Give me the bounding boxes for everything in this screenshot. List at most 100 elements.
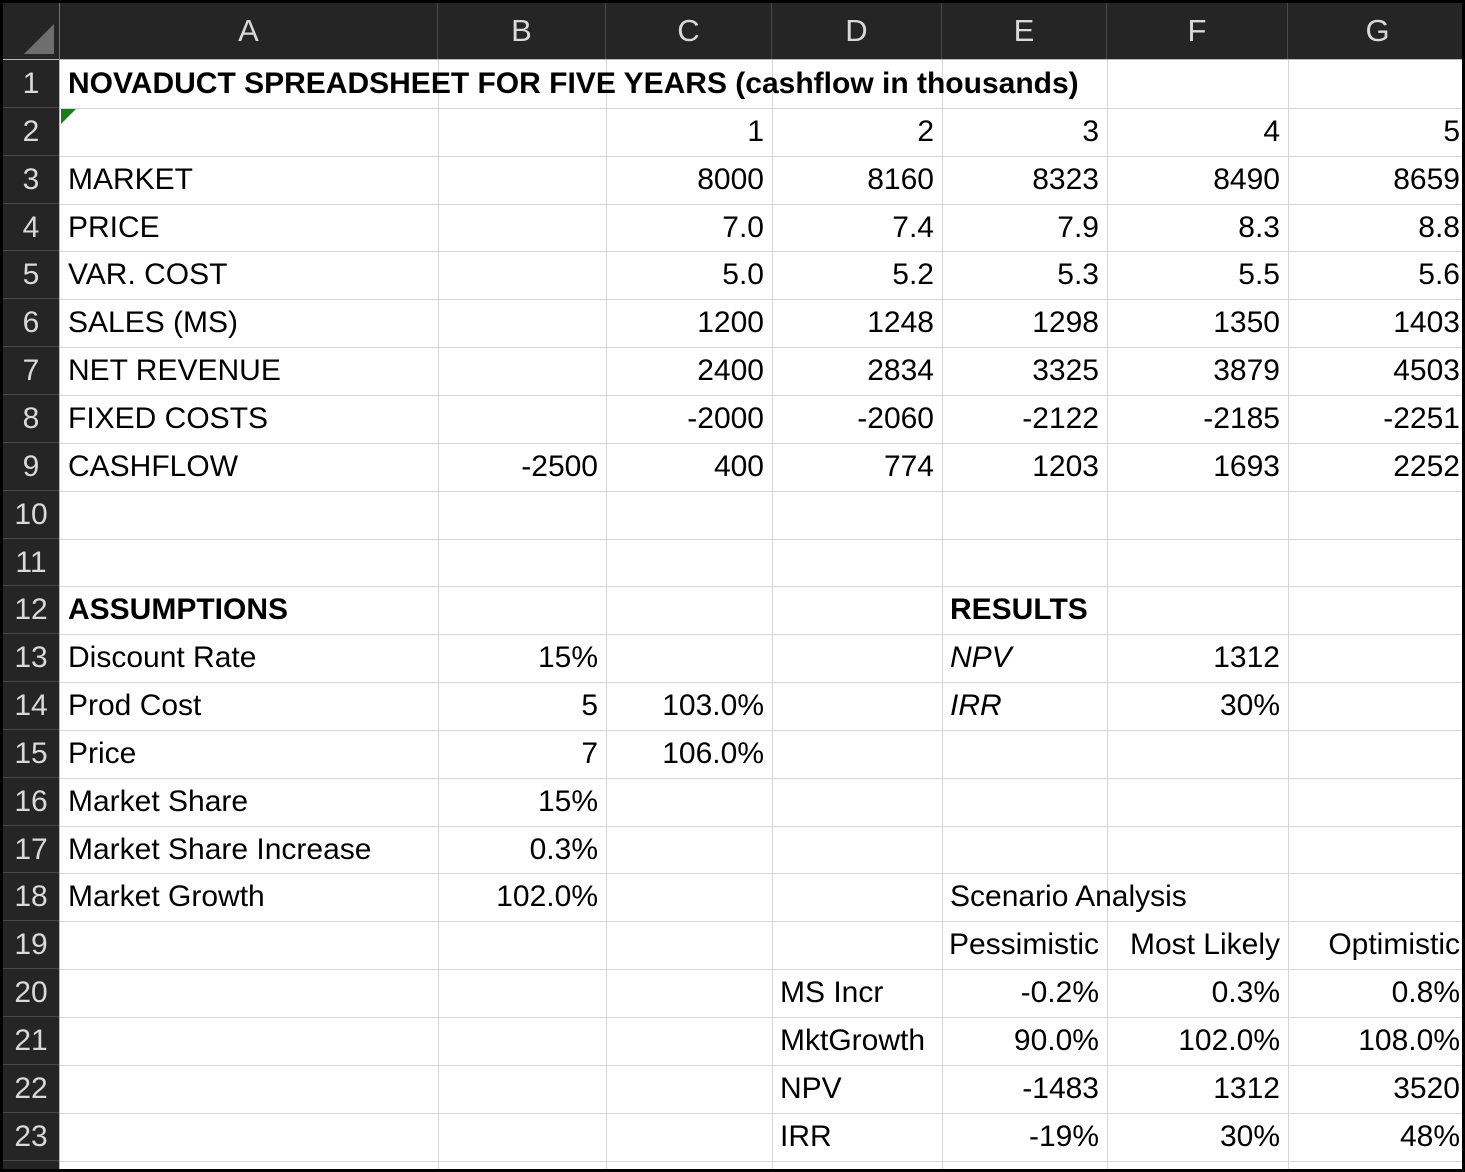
row-header-6[interactable]: 6 bbox=[3, 299, 59, 347]
row-header-3[interactable]: 3 bbox=[3, 156, 59, 204]
row-header-4[interactable]: 4 bbox=[3, 204, 59, 251]
cell-d5-value[interactable]: 5.2 bbox=[772, 251, 942, 299]
cell-e6-value[interactable]: 1298 bbox=[942, 299, 1107, 347]
cell-a7-label[interactable]: NET REVENUE bbox=[60, 347, 438, 395]
cell-g6-value[interactable]: 1403 bbox=[1288, 299, 1462, 347]
row-header-12[interactable]: 12 bbox=[3, 586, 59, 634]
row-header-17[interactable]: 17 bbox=[3, 826, 59, 873]
cell-f22-value[interactable]: 1312 bbox=[1107, 1065, 1288, 1113]
column-header-a[interactable]: A bbox=[60, 3, 438, 59]
cell-f7-value[interactable]: 3879 bbox=[1107, 347, 1288, 395]
column-header-f[interactable]: F bbox=[1107, 3, 1288, 59]
cell-c15-value[interactable]: 106.0% bbox=[606, 730, 772, 778]
cell-f6-value[interactable]: 1350 bbox=[1107, 299, 1288, 347]
cell-a8-label[interactable]: FIXED COSTS bbox=[60, 395, 438, 443]
cell-e7-value[interactable]: 3325 bbox=[942, 347, 1107, 395]
cell-b16-value[interactable]: 15% bbox=[438, 778, 606, 826]
cell-b9-value[interactable]: -2500 bbox=[438, 443, 606, 491]
cell-e13-label[interactable]: NPV bbox=[942, 634, 1107, 682]
cell-e2-year[interactable]: 3 bbox=[942, 108, 1107, 156]
row-header-13[interactable]: 13 bbox=[3, 634, 59, 682]
cell-f13-value[interactable]: 1312 bbox=[1107, 634, 1288, 682]
row-header-1[interactable]: 1 bbox=[3, 60, 59, 108]
cell-e12-results-heading[interactable]: RESULTS bbox=[942, 586, 1107, 634]
cell-g5-value[interactable]: 5.6 bbox=[1288, 251, 1462, 299]
cell-d6-value[interactable]: 1248 bbox=[772, 299, 942, 347]
cell-d8-value[interactable]: -2060 bbox=[772, 395, 942, 443]
cell-a15-label[interactable]: Price bbox=[60, 730, 438, 778]
cell-b15-value[interactable]: 7 bbox=[438, 730, 606, 778]
cell-f3-value[interactable]: 8490 bbox=[1107, 156, 1288, 204]
cell-a4-label[interactable]: PRICE bbox=[60, 204, 438, 251]
cell-d21-label[interactable]: MktGrowth bbox=[772, 1017, 942, 1065]
cell-g21-value[interactable]: 108.0% bbox=[1288, 1017, 1462, 1065]
cell-f9-value[interactable]: 1693 bbox=[1107, 443, 1288, 491]
cell-d9-value[interactable]: 774 bbox=[772, 443, 942, 491]
cell-grid[interactable]: NOVADUCT SPREADSHEET FOR FIVE YEARS (cas… bbox=[60, 60, 1462, 1169]
cell-e19-scenario-column-header[interactable]: Pessimistic bbox=[942, 921, 1107, 969]
cell-f20-value[interactable]: 0.3% bbox=[1107, 969, 1288, 1017]
cell-d22-label[interactable]: NPV bbox=[772, 1065, 942, 1113]
cell-a9-label[interactable]: CASHFLOW bbox=[60, 443, 438, 491]
cell-e3-value[interactable]: 8323 bbox=[942, 156, 1107, 204]
row-header-16[interactable]: 16 bbox=[3, 778, 59, 826]
row-header-10[interactable]: 10 bbox=[3, 491, 59, 539]
cell-a14-label[interactable]: Prod Cost bbox=[60, 682, 438, 730]
cell-g2-year[interactable]: 5 bbox=[1288, 108, 1462, 156]
row-header-21[interactable]: 21 bbox=[3, 1017, 59, 1065]
cell-e4-value[interactable]: 7.9 bbox=[942, 204, 1107, 251]
cell-a6-label[interactable]: SALES (MS) bbox=[60, 299, 438, 347]
cell-d20-label[interactable]: MS Incr bbox=[772, 969, 942, 1017]
cell-b18-value[interactable]: 102.0% bbox=[438, 873, 606, 921]
cell-c8-value[interactable]: -2000 bbox=[606, 395, 772, 443]
cell-a5-label[interactable]: VAR. COST bbox=[60, 251, 438, 299]
cell-e18-scenario-heading[interactable]: Scenario Analysis bbox=[942, 873, 1288, 921]
column-header-e[interactable]: E bbox=[942, 3, 1107, 59]
cell-f19-scenario-column-header[interactable]: Most Likely bbox=[1107, 921, 1288, 969]
cell-c4-value[interactable]: 7.0 bbox=[606, 204, 772, 251]
row-header-9[interactable]: 9 bbox=[3, 443, 59, 491]
cell-g7-value[interactable]: 4503 bbox=[1288, 347, 1462, 395]
cell-f23-value[interactable]: 30% bbox=[1107, 1113, 1288, 1161]
row-header-8[interactable]: 8 bbox=[3, 395, 59, 443]
cell-a3-label[interactable]: MARKET bbox=[60, 156, 438, 204]
cell-g19-scenario-column-header[interactable]: Optimistic bbox=[1288, 921, 1462, 969]
row-header-11[interactable]: 11 bbox=[3, 539, 59, 586]
cell-g20-value[interactable]: 0.8% bbox=[1288, 969, 1462, 1017]
row-header-19[interactable]: 19 bbox=[3, 921, 59, 969]
cell-c9-value[interactable]: 400 bbox=[606, 443, 772, 491]
cell-d3-value[interactable]: 8160 bbox=[772, 156, 942, 204]
cell-e8-value[interactable]: -2122 bbox=[942, 395, 1107, 443]
cell-c7-value[interactable]: 2400 bbox=[606, 347, 772, 395]
cell-g9-value[interactable]: 2252 bbox=[1288, 443, 1462, 491]
cell-d2-year[interactable]: 2 bbox=[772, 108, 942, 156]
row-header-23[interactable]: 23 bbox=[3, 1113, 59, 1161]
cell-c14-value[interactable]: 103.0% bbox=[606, 682, 772, 730]
row-header-15[interactable]: 15 bbox=[3, 730, 59, 778]
cell-e5-value[interactable]: 5.3 bbox=[942, 251, 1107, 299]
cell-e23-value[interactable]: -19% bbox=[942, 1113, 1107, 1161]
cell-f5-value[interactable]: 5.5 bbox=[1107, 251, 1288, 299]
cell-a12-assumptions-heading[interactable]: ASSUMPTIONS bbox=[60, 586, 438, 634]
cell-e14-label[interactable]: IRR bbox=[942, 682, 1107, 730]
cell-c3-value[interactable]: 8000 bbox=[606, 156, 772, 204]
cell-f4-value[interactable]: 8.3 bbox=[1107, 204, 1288, 251]
cell-b17-value[interactable]: 0.3% bbox=[438, 826, 606, 873]
cell-a18-label[interactable]: Market Growth bbox=[60, 873, 438, 921]
column-header-c[interactable]: C bbox=[606, 3, 772, 59]
cell-e9-value[interactable]: 1203 bbox=[942, 443, 1107, 491]
cell-g3-value[interactable]: 8659 bbox=[1288, 156, 1462, 204]
column-header-b[interactable]: B bbox=[438, 3, 606, 59]
cell-d23-label[interactable]: IRR bbox=[772, 1113, 942, 1161]
cell-d7-value[interactable]: 2834 bbox=[772, 347, 942, 395]
cell-g8-value[interactable]: -2251 bbox=[1288, 395, 1462, 443]
row-header-7[interactable]: 7 bbox=[3, 347, 59, 395]
cell-e22-value[interactable]: -1483 bbox=[942, 1065, 1107, 1113]
cell-c6-value[interactable]: 1200 bbox=[606, 299, 772, 347]
row-header-2[interactable]: 2 bbox=[3, 108, 59, 156]
row-header-14[interactable]: 14 bbox=[3, 682, 59, 730]
select-all-corner[interactable] bbox=[3, 3, 60, 60]
cell-a17-label[interactable]: Market Share Increase bbox=[60, 826, 438, 873]
cell-g22-value[interactable]: 3520 bbox=[1288, 1065, 1462, 1113]
cell-f21-value[interactable]: 102.0% bbox=[1107, 1017, 1288, 1065]
